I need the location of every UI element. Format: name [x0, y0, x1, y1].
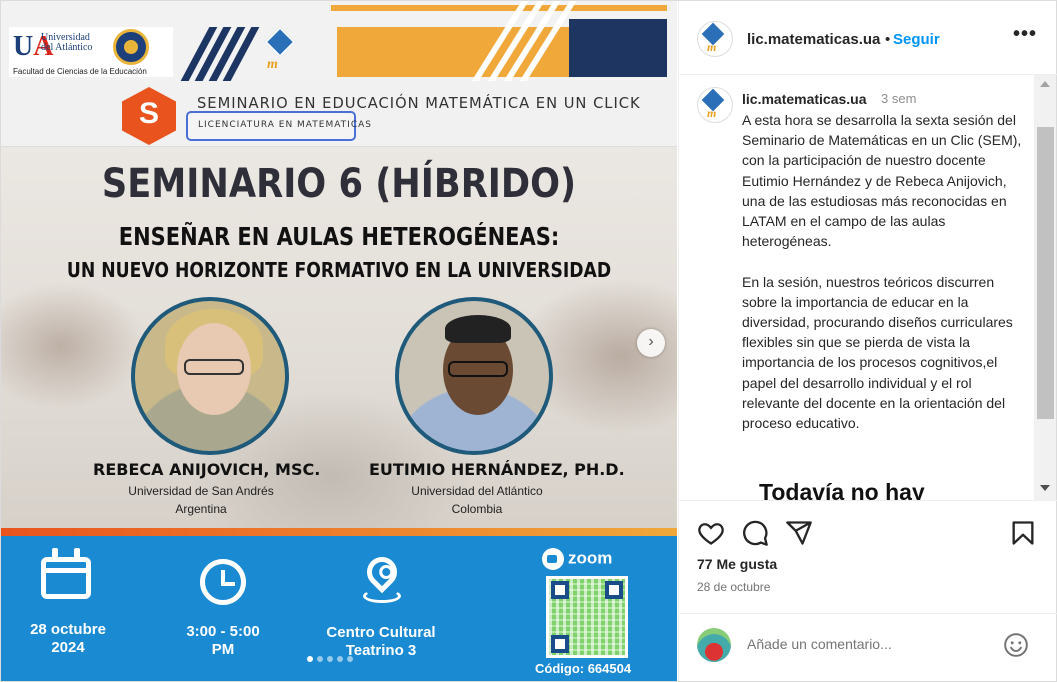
faculty-name: Facultad de Ciencias de la Educación — [13, 67, 147, 76]
bookmark-icon[interactable] — [1009, 519, 1037, 547]
speaker-2-affiliation: Universidad del Atlántico — [411, 484, 543, 498]
event-date: 28 octubre 2024 — [30, 621, 106, 656]
more-options-button[interactable]: ••• — [1013, 23, 1037, 46]
account-username-link[interactable]: lic.matematicas.ua — [747, 31, 880, 48]
event-place: Centro Cultural Teatrino 3 — [326, 624, 436, 659]
chevron-right-icon: › — [648, 333, 654, 350]
speaker-1-affiliation: Universidad de San Andrés — [128, 484, 274, 498]
likes-count[interactable]: 77 Me gusta — [697, 556, 777, 572]
speaker-2-country: Colombia — [451, 502, 503, 516]
calendar-icon — [41, 548, 91, 599]
separator-dot: • — [885, 31, 891, 48]
instagram-post-modal: UA Universidad del Atlántico Facultad de… — [0, 0, 1057, 682]
speaker-1-name: REBECA ANIJOVICH, MSC. — [93, 460, 321, 479]
comment-icon[interactable] — [741, 519, 769, 547]
program-label: LICENCIATURA EN MATEMATICAS — [198, 120, 372, 130]
scroll-down-arrow-icon[interactable] — [1040, 485, 1050, 491]
speaker-1-country: Argentina — [175, 502, 227, 516]
zoom-logo: zoom — [542, 548, 628, 572]
carousel-dot-3[interactable] — [327, 656, 333, 662]
navy-block — [569, 19, 667, 77]
add-comment-row — [679, 613, 1057, 681]
add-comment-input[interactable] — [747, 636, 928, 652]
post-header: m lic.matematicas.ua • Seguir ••• — [679, 1, 1057, 75]
share-icon[interactable] — [785, 519, 813, 547]
scroll-up-arrow-icon[interactable] — [1040, 81, 1050, 87]
caption-avatar[interactable]: m — [697, 87, 733, 123]
poster-title: SEMINARIO 6 (HÍBRIDO) — [101, 161, 577, 207]
university-name: Universidad del Atlántico — [41, 32, 93, 53]
scrollbar[interactable] — [1034, 75, 1056, 500]
emoji-icon[interactable] — [1003, 632, 1029, 658]
current-user-avatar — [697, 628, 731, 662]
carousel-dot-5[interactable] — [347, 656, 353, 662]
poster-subtitle-line2: UN NUEVO HORIZONTE FORMATIVO EN LA UNIVE… — [66, 258, 612, 282]
poster-header: UA Universidad del Atlántico Facultad de… — [1, 1, 677, 87]
program-label-box: LICENCIATURA EN MATEMATICAS — [186, 111, 371, 141]
carousel-dots — [307, 656, 353, 662]
caption-timestamp[interactable]: 3 sem — [881, 91, 916, 106]
no-comments-heading: Todavía no hay — [759, 479, 925, 501]
account-avatar[interactable]: m — [697, 21, 733, 57]
zoom-code: Código: 664504 — [535, 661, 632, 676]
heart-icon[interactable] — [697, 519, 725, 547]
location-base-icon — [363, 589, 401, 603]
ml-logo-icon: m — [263, 26, 303, 72]
carousel-dot-1[interactable] — [307, 656, 313, 662]
speaker-1-photo — [131, 297, 289, 455]
caption-text: A esta hora se desarrolla la sexta sesió… — [742, 112, 1022, 432]
carousel-dot-4[interactable] — [337, 656, 343, 662]
speaker-2-photo — [395, 297, 553, 455]
caption-username-link[interactable]: lic.matematicas.ua — [742, 91, 867, 107]
university-seal-icon — [113, 29, 149, 65]
white-stripes — [456, 1, 580, 87]
poster-subtitle-line1: ENSEÑAR EN AULAS HETEROGÉNEAS: — [118, 222, 560, 251]
speaker-2-name: EUTIMIO HERNÁNDEZ, PH.D. — [369, 460, 625, 479]
post-image-carousel[interactable]: UA Universidad del Atlántico Facultad de… — [1, 1, 677, 681]
seminar-hex-logo-icon: S — [122, 87, 176, 145]
clock-icon — [200, 559, 246, 605]
post-side-panel: m lic.matematicas.ua • Seguir ••• m lic.… — [678, 1, 1057, 681]
zoom-camera-icon — [542, 548, 564, 570]
seminar-header-text: SEMINARIO EN EDUCACIÓN MATEMÁTICA EN UN … — [197, 94, 641, 112]
action-bar — [679, 501, 1057, 561]
comments-section[interactable]: m lic.matematicas.ua 3 sem A esta hora s… — [679, 75, 1057, 501]
seminar-title-band: S SEMINARIO EN EDUCACIÓN MATEMÁTICA EN U… — [1, 81, 677, 147]
event-time: 3:00 - 5:00 PM — [186, 623, 260, 658]
orange-divider — [1, 528, 677, 536]
carousel-next-button[interactable]: › — [637, 329, 665, 357]
scrollbar-thumb[interactable] — [1037, 127, 1054, 419]
navy-stripes — [180, 27, 260, 81]
carousel-dot-2[interactable] — [317, 656, 323, 662]
follow-button[interactable]: Seguir — [893, 31, 940, 48]
university-logo: UA Universidad del Atlántico Facultad de… — [9, 27, 173, 77]
qr-code — [546, 576, 628, 658]
post-date[interactable]: 28 de octubre — [697, 580, 770, 594]
